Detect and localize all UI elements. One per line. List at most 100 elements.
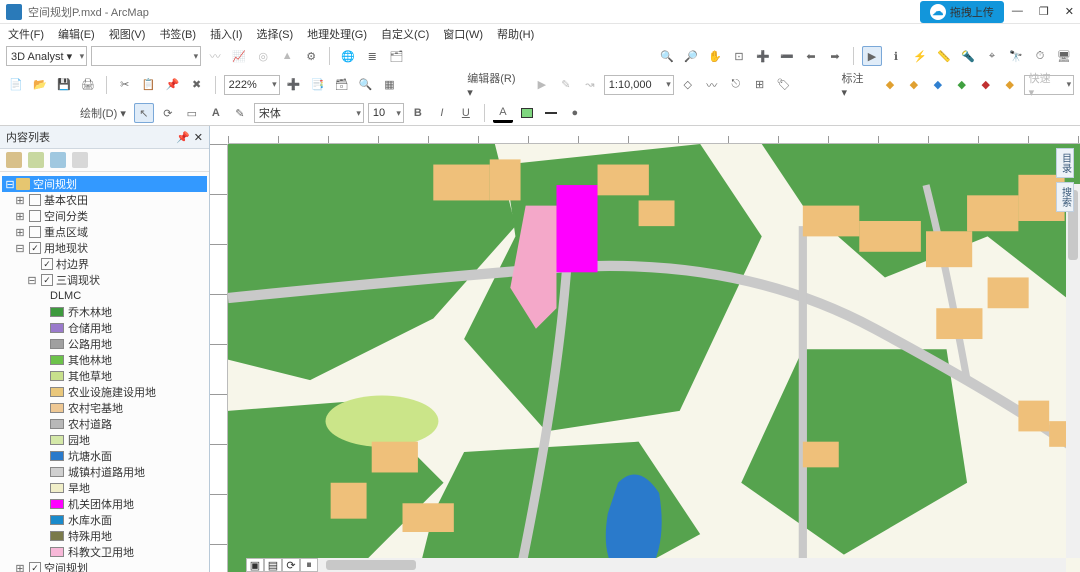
tree-row[interactable]: ⊞基本农田	[2, 192, 207, 208]
tree-row[interactable]: 乔木林地	[2, 304, 207, 320]
font-size-combo[interactable]: 10	[368, 103, 404, 123]
toc-close-icon[interactable]: ✕	[194, 131, 203, 144]
delete-icon[interactable]: ✖	[187, 75, 207, 95]
map-canvas[interactable]: ▣ ▤ ⟳ ⏸	[228, 144, 1080, 572]
reshape-icon[interactable]: 〰	[702, 75, 722, 95]
catalog-window-icon[interactable]: 🗃	[332, 75, 352, 95]
tree-row[interactable]: DLMC	[2, 288, 207, 304]
pan-icon[interactable]: ✋	[705, 46, 725, 66]
terrain-icon[interactable]: ▲	[277, 46, 297, 66]
quick-combo[interactable]: 快速 ▾	[1024, 75, 1075, 95]
sketch-icon[interactable]: ✎	[556, 75, 576, 95]
scale-combo[interactable]: 1:10,000	[604, 75, 674, 95]
layout-view-tab[interactable]: ▤	[264, 558, 282, 572]
upload-button[interactable]: ☁ 拖拽上传	[920, 1, 1004, 23]
copy-icon[interactable]: 📋	[139, 75, 159, 95]
label-1-icon[interactable]: ◆	[880, 75, 900, 95]
close-button[interactable]: ✕	[1065, 5, 1074, 18]
pointer-icon[interactable]: ↖	[134, 103, 154, 123]
refresh-icon[interactable]: ⟳	[282, 558, 300, 572]
tree-row[interactable]: 公路用地	[2, 336, 207, 352]
bold-button[interactable]: B	[408, 103, 428, 123]
marker-color-icon[interactable]: ●	[565, 103, 585, 123]
draw-label[interactable]: 绘制(D) ▾	[80, 105, 126, 121]
viewer-icon[interactable]: 🖥	[1054, 46, 1074, 66]
catalog-tab[interactable]: 目录	[1056, 148, 1074, 178]
save-icon[interactable]: 💾	[54, 75, 74, 95]
zoom-out-icon[interactable]: 🔎	[681, 46, 701, 66]
tree-row[interactable]: 园地	[2, 432, 207, 448]
attributes-icon[interactable]: 🏷	[774, 75, 794, 95]
editor-label[interactable]: 编辑器(R) ▾	[467, 70, 524, 99]
data-view-tab[interactable]: ▣	[246, 558, 264, 572]
maximize-button[interactable]: ❐	[1039, 5, 1049, 18]
font-combo[interactable]: 宋体	[254, 103, 364, 123]
catalog-icon[interactable]: 🗂	[386, 46, 406, 66]
tree-row[interactable]: 城镇村道路用地	[2, 464, 207, 480]
fill-color-icon[interactable]	[517, 103, 537, 123]
analyst-combo[interactable]: 3D Analyst ▾	[6, 46, 87, 66]
menu-customize[interactable]: 自定义(C)	[381, 26, 429, 42]
menu-selection[interactable]: 选择(S)	[256, 26, 293, 42]
tree-row[interactable]: 坑塘水面	[2, 448, 207, 464]
zoom-combo[interactable]: 222%	[224, 75, 280, 95]
time-icon[interactable]: ⏱	[1030, 46, 1050, 66]
menu-geoprocessing[interactable]: 地理处理(G)	[307, 26, 367, 42]
measure-icon[interactable]: 📏	[934, 46, 954, 66]
toc-pin-icon[interactable]: 📌	[176, 131, 190, 144]
tree-row[interactable]: 农村道路	[2, 416, 207, 432]
tree-row[interactable]: ⊞空间规划	[2, 560, 207, 572]
underline-button[interactable]: U	[456, 103, 476, 123]
goto-xy-icon[interactable]: ⌖	[982, 46, 1002, 66]
list-by-visibility-icon[interactable]	[50, 152, 66, 168]
options-icon[interactable]: ⚙	[301, 46, 321, 66]
tree-row[interactable]: ⊟三调现状	[2, 272, 207, 288]
tree-row[interactable]: 村边界	[2, 256, 207, 272]
search-tab[interactable]: 搜索	[1056, 182, 1074, 212]
edit-tool-icon[interactable]: ▶	[532, 75, 552, 95]
interpolate-icon[interactable]: 〰	[205, 46, 225, 66]
list-by-source-icon[interactable]	[28, 152, 44, 168]
select-icon[interactable]: ▶	[862, 46, 882, 66]
tree-row[interactable]: ⊞空间分类	[2, 208, 207, 224]
tree-row[interactable]: 机关团体用地	[2, 496, 207, 512]
menu-insert[interactable]: 插入(I)	[210, 26, 242, 42]
label-2-icon[interactable]: ◆	[904, 75, 924, 95]
globe-icon[interactable]: 🌐	[338, 46, 358, 66]
tree-row[interactable]: ⊞重点区域	[2, 224, 207, 240]
full-extent-icon[interactable]: ⊡	[729, 46, 749, 66]
cut-icon[interactable]: ✂	[115, 75, 135, 95]
rectangle-icon[interactable]: ▭	[182, 103, 202, 123]
fixed-zoom-out-icon[interactable]: ➖	[777, 46, 797, 66]
labels-label[interactable]: 标注 ▾	[841, 70, 872, 99]
label-5-icon[interactable]: ◆	[976, 75, 996, 95]
tree-row[interactable]: 科教文卫用地	[2, 544, 207, 560]
pause-icon[interactable]: ⏸	[300, 558, 318, 572]
next-extent-icon[interactable]: ➡	[825, 46, 845, 66]
split-icon[interactable]: ⎋	[726, 75, 746, 95]
paste-icon[interactable]: 📌	[163, 75, 183, 95]
tree-row[interactable]: 特殊用地	[2, 528, 207, 544]
tree-row[interactable]: 农村宅基地	[2, 400, 207, 416]
rotate-icon[interactable]: ⟳	[158, 103, 178, 123]
tree-row[interactable]: 旱地	[2, 480, 207, 496]
map-scrollbar-vertical[interactable]	[1066, 184, 1080, 558]
italic-button[interactable]: I	[432, 103, 452, 123]
menu-edit[interactable]: 编辑(E)	[58, 26, 95, 42]
toc-icon[interactable]: 📑	[308, 75, 328, 95]
add-data-icon[interactable]: ➕	[284, 75, 304, 95]
label-3-icon[interactable]: ◆	[928, 75, 948, 95]
hyperlink-icon[interactable]: ⚡	[910, 46, 930, 66]
find-icon[interactable]: 🔦	[958, 46, 978, 66]
trace-icon[interactable]: ↝	[580, 75, 600, 95]
new-icon[interactable]: 📄	[6, 75, 26, 95]
merge-icon[interactable]: ⊞	[750, 75, 770, 95]
fixed-zoom-in-icon[interactable]: ➕	[753, 46, 773, 66]
label-4-icon[interactable]: ◆	[952, 75, 972, 95]
print-icon[interactable]: 🖨	[78, 75, 98, 95]
binoculars-icon[interactable]: 🔭	[1006, 46, 1026, 66]
search-icon[interactable]: 🔍	[355, 75, 375, 95]
text-icon[interactable]: A	[206, 103, 226, 123]
tree-row[interactable]: 仓储用地	[2, 320, 207, 336]
tree-row[interactable]: ⊟空间规划	[2, 176, 207, 192]
